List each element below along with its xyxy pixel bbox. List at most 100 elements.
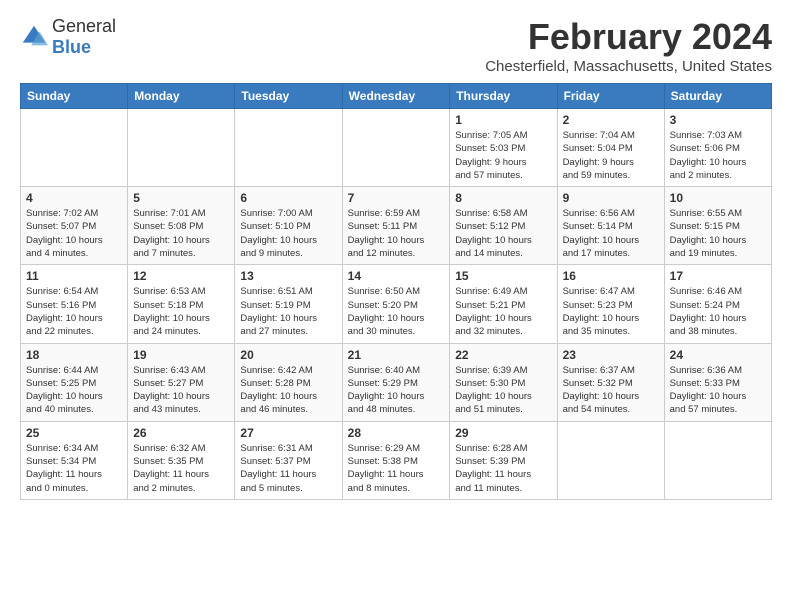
calendar-cell: 20 Sunrise: 6:42 AM Sunset: 5:28 PM Dayli… (235, 343, 342, 421)
day-info: Sunrise: 6:34 AM Sunset: 5:34 PM Dayligh… (26, 442, 122, 495)
calendar-cell: 6 Sunrise: 7:00 AM Sunset: 5:10 PM Daylig… (235, 187, 342, 265)
day-number: 29 (455, 426, 551, 440)
day-info: Sunrise: 6:37 AM Sunset: 5:32 PM Dayligh… (563, 364, 659, 417)
weekday-header-sunday: Sunday (21, 84, 128, 109)
calendar-cell: 21 Sunrise: 6:40 AM Sunset: 5:29 PM Dayli… (342, 343, 450, 421)
day-info: Sunrise: 6:32 AM Sunset: 5:35 PM Dayligh… (133, 442, 229, 495)
weekday-header-wednesday: Wednesday (342, 84, 450, 109)
day-number: 17 (670, 269, 766, 283)
calendar-row-1: 1 Sunrise: 7:05 AM Sunset: 5:03 PM Daylig… (21, 109, 772, 187)
calendar-cell: 28 Sunrise: 6:29 AM Sunset: 5:38 PM Dayli… (342, 421, 450, 499)
calendar-cell: 17Sunrise: 6:46 AM Sunset: 5:24 PM Dayli… (664, 265, 771, 343)
logo-blue: Blue (52, 37, 91, 57)
weekday-header-row: SundayMondayTuesdayWednesdayThursdayFrid… (21, 84, 772, 109)
day-number: 2 (563, 113, 659, 127)
weekday-header-monday: Monday (128, 84, 235, 109)
calendar-cell: 13 Sunrise: 6:51 AM Sunset: 5:19 PM Dayli… (235, 265, 342, 343)
day-number: 24 (670, 348, 766, 362)
weekday-header-saturday: Saturday (664, 84, 771, 109)
location-subtitle: Chesterfield, Massachusetts, United Stat… (485, 58, 772, 75)
calendar-cell: 29 Sunrise: 6:28 AM Sunset: 5:39 PM Dayli… (450, 421, 557, 499)
calendar-cell (21, 109, 128, 187)
calendar-row-4: 18 Sunrise: 6:44 AM Sunset: 5:25 PM Dayli… (21, 343, 772, 421)
day-info: Sunrise: 7:04 AM Sunset: 5:04 PM Dayligh… (563, 129, 659, 182)
day-info: Sunrise: 7:05 AM Sunset: 5:03 PM Dayligh… (455, 129, 551, 182)
logo: General Blue (20, 16, 116, 58)
calendar-cell: 11 Sunrise: 6:54 AM Sunset: 5:16 PM Dayli… (21, 265, 128, 343)
day-number: 16 (563, 269, 659, 283)
page-header: General Blue February 2024 Chesterfield,… (20, 16, 772, 75)
calendar-cell (664, 421, 771, 499)
day-info: Sunrise: 6:43 AM Sunset: 5:27 PM Dayligh… (133, 364, 229, 417)
calendar-cell: 24Sunrise: 6:36 AM Sunset: 5:33 PM Dayli… (664, 343, 771, 421)
day-number: 9 (563, 191, 659, 205)
weekday-header-tuesday: Tuesday (235, 84, 342, 109)
day-number: 28 (348, 426, 445, 440)
logo-general: General (52, 16, 116, 36)
calendar-cell: 23 Sunrise: 6:37 AM Sunset: 5:32 PM Dayli… (557, 343, 664, 421)
day-number: 25 (26, 426, 122, 440)
calendar-cell: 8Sunrise: 6:58 AM Sunset: 5:12 PM Daylig… (450, 187, 557, 265)
day-info: Sunrise: 6:42 AM Sunset: 5:28 PM Dayligh… (240, 364, 336, 417)
day-info: Sunrise: 6:58 AM Sunset: 5:12 PM Dayligh… (455, 207, 551, 260)
calendar-cell: 7 Sunrise: 6:59 AM Sunset: 5:11 PM Daylig… (342, 187, 450, 265)
calendar-cell: 10Sunrise: 6:55 AM Sunset: 5:15 PM Dayli… (664, 187, 771, 265)
day-info: Sunrise: 6:44 AM Sunset: 5:25 PM Dayligh… (26, 364, 122, 417)
calendar-cell: 15 Sunrise: 6:49 AM Sunset: 5:21 PM Dayli… (450, 265, 557, 343)
day-number: 27 (240, 426, 336, 440)
day-info: Sunrise: 6:54 AM Sunset: 5:16 PM Dayligh… (26, 285, 122, 338)
day-number: 7 (348, 191, 445, 205)
calendar-cell: 9 Sunrise: 6:56 AM Sunset: 5:14 PM Daylig… (557, 187, 664, 265)
day-info: Sunrise: 7:00 AM Sunset: 5:10 PM Dayligh… (240, 207, 336, 260)
day-number: 5 (133, 191, 229, 205)
calendar-cell: 3 Sunrise: 7:03 AM Sunset: 5:06 PM Daylig… (664, 109, 771, 187)
calendar-table: SundayMondayTuesdayWednesdayThursdayFrid… (20, 83, 772, 500)
day-number: 23 (563, 348, 659, 362)
calendar-cell: 14 Sunrise: 6:50 AM Sunset: 5:20 PM Dayli… (342, 265, 450, 343)
day-number: 14 (348, 269, 445, 283)
day-number: 26 (133, 426, 229, 440)
day-number: 11 (26, 269, 122, 283)
calendar-cell: 18 Sunrise: 6:44 AM Sunset: 5:25 PM Dayli… (21, 343, 128, 421)
logo-icon (20, 23, 48, 51)
day-info: Sunrise: 6:49 AM Sunset: 5:21 PM Dayligh… (455, 285, 551, 338)
day-info: Sunrise: 7:03 AM Sunset: 5:06 PM Dayligh… (670, 129, 766, 182)
weekday-header-friday: Friday (557, 84, 664, 109)
month-year-title: February 2024 (485, 16, 772, 58)
calendar-cell: 26 Sunrise: 6:32 AM Sunset: 5:35 PM Dayli… (128, 421, 235, 499)
weekday-header-thursday: Thursday (450, 84, 557, 109)
calendar-cell (557, 421, 664, 499)
day-number: 20 (240, 348, 336, 362)
day-info: Sunrise: 6:39 AM Sunset: 5:30 PM Dayligh… (455, 364, 551, 417)
day-number: 10 (670, 191, 766, 205)
day-number: 1 (455, 113, 551, 127)
day-number: 19 (133, 348, 229, 362)
day-info: Sunrise: 6:29 AM Sunset: 5:38 PM Dayligh… (348, 442, 445, 495)
calendar-cell: 27 Sunrise: 6:31 AM Sunset: 5:37 PM Dayli… (235, 421, 342, 499)
day-info: Sunrise: 6:53 AM Sunset: 5:18 PM Dayligh… (133, 285, 229, 338)
day-info: Sunrise: 6:56 AM Sunset: 5:14 PM Dayligh… (563, 207, 659, 260)
day-number: 13 (240, 269, 336, 283)
logo-text: General Blue (52, 16, 116, 58)
calendar-cell: 2 Sunrise: 7:04 AM Sunset: 5:04 PM Daylig… (557, 109, 664, 187)
day-info: Sunrise: 6:59 AM Sunset: 5:11 PM Dayligh… (348, 207, 445, 260)
day-info: Sunrise: 7:01 AM Sunset: 5:08 PM Dayligh… (133, 207, 229, 260)
day-info: Sunrise: 6:40 AM Sunset: 5:29 PM Dayligh… (348, 364, 445, 417)
calendar-cell: 12Sunrise: 6:53 AM Sunset: 5:18 PM Dayli… (128, 265, 235, 343)
day-number: 18 (26, 348, 122, 362)
day-info: Sunrise: 7:02 AM Sunset: 5:07 PM Dayligh… (26, 207, 122, 260)
day-info: Sunrise: 6:28 AM Sunset: 5:39 PM Dayligh… (455, 442, 551, 495)
day-number: 3 (670, 113, 766, 127)
day-number: 21 (348, 348, 445, 362)
day-number: 6 (240, 191, 336, 205)
day-info: Sunrise: 6:47 AM Sunset: 5:23 PM Dayligh… (563, 285, 659, 338)
day-info: Sunrise: 6:51 AM Sunset: 5:19 PM Dayligh… (240, 285, 336, 338)
day-number: 15 (455, 269, 551, 283)
calendar-cell: 19 Sunrise: 6:43 AM Sunset: 5:27 PM Dayli… (128, 343, 235, 421)
calendar-cell: 22Sunrise: 6:39 AM Sunset: 5:30 PM Dayli… (450, 343, 557, 421)
day-info: Sunrise: 6:31 AM Sunset: 5:37 PM Dayligh… (240, 442, 336, 495)
calendar-cell: 4Sunrise: 7:02 AM Sunset: 5:07 PM Daylig… (21, 187, 128, 265)
calendar-row-2: 4Sunrise: 7:02 AM Sunset: 5:07 PM Daylig… (21, 187, 772, 265)
calendar-row-5: 25 Sunrise: 6:34 AM Sunset: 5:34 PM Dayli… (21, 421, 772, 499)
day-info: Sunrise: 6:50 AM Sunset: 5:20 PM Dayligh… (348, 285, 445, 338)
